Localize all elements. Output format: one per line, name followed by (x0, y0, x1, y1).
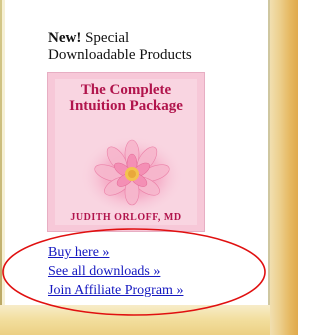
product-title: The Complete Intuition Package (55, 82, 197, 114)
flower-icon (80, 132, 184, 212)
buy-here-link[interactable]: Buy here » (48, 243, 263, 262)
new-label: New! (48, 30, 82, 46)
right-gradient-strip (270, 0, 298, 335)
download-links: Buy here » See all downloads » Join Affi… (48, 243, 263, 300)
promo-heading: New! Special Downloadable Products (48, 30, 258, 64)
join-affiliate-program-link[interactable]: Join Affiliate Program » (48, 281, 263, 300)
product-cover-inner: The Complete Intuition Package JUDITH OR… (55, 79, 197, 225)
product-title-line-1: The Complete (80, 82, 172, 98)
product-title-line-2: Intuition Package (69, 98, 183, 114)
heading-text: Special (81, 30, 130, 46)
product-cover-image[interactable]: The Complete Intuition Package JUDITH OR… (47, 72, 205, 232)
product-author: JUDITH ORLOFF, MD (70, 212, 182, 223)
see-all-downloads-link[interactable]: See all downloads » (48, 262, 263, 281)
heading-line-2: Downloadable Products (48, 47, 192, 63)
bottom-gradient-strip (0, 305, 270, 335)
